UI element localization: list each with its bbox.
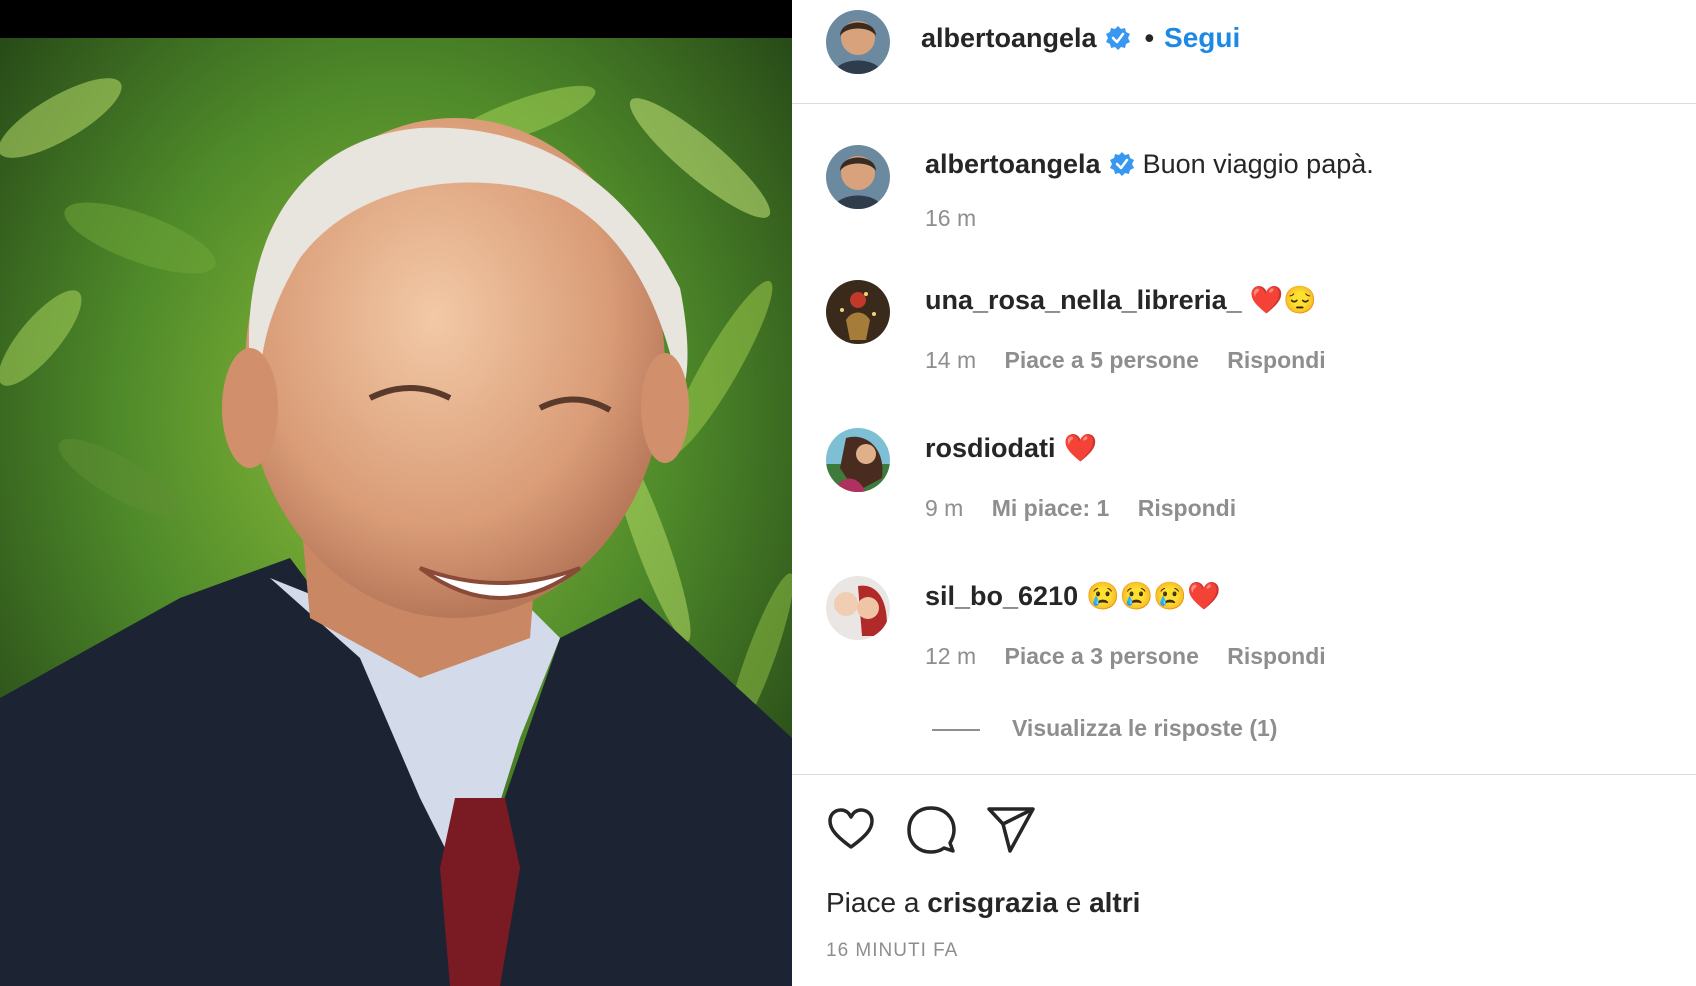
section-divider [792,774,1696,775]
likes-conj: e [1065,887,1082,918]
heart-icon[interactable] [826,805,876,855]
verified-badge-icon [1109,151,1135,177]
comment-time: 12 m [925,643,977,669]
comment-time: 14 m [925,347,977,373]
comment-likes[interactable]: Piace a 5 persone [1005,347,1199,373]
follow-button[interactable]: Segui [1164,22,1240,53]
comment-username[interactable]: sil_bo_6210 [925,581,1078,611]
likes-others-link[interactable]: altri [1089,887,1140,918]
post-timestamp: 16 MINUTI FA [826,940,959,961]
verified-badge-icon [1105,25,1131,51]
caption-username[interactable]: albertoangela [925,149,1101,179]
comment-likes[interactable]: Piace a 3 persone [1005,643,1199,669]
avatar-image [826,280,890,344]
likes-prefix: Piace a [826,887,920,918]
liker-username[interactable]: crisgrazia [927,887,1058,918]
post-header: albertoangela • Segui [792,0,1696,104]
comment-username[interactable]: una_rosa_nella_libreria_ [925,285,1242,315]
caption-text: Buon viaggio papà. [1142,149,1374,179]
comment-username[interactable]: rosdiodati [925,433,1056,463]
likes-summary: Piace a crisgrazia e altri [826,887,1140,919]
caption-time: 16 m [925,205,977,231]
comment-time: 9 m [925,495,964,521]
reply-button[interactable]: Rispondi [1227,347,1325,373]
caption-avatar[interactable] [826,145,890,209]
author-avatar[interactable] [826,10,890,74]
comment-text: ❤️ [1063,433,1098,463]
avatar-image [826,576,890,640]
comment-text: 😢😢😢❤️ [1086,581,1221,611]
avatar-image [826,145,890,209]
reply-button[interactable]: Rispondi [1138,495,1236,521]
avatar-image [826,428,890,492]
send-icon[interactable] [986,805,1036,855]
post-side-panel: albertoangela • Segui albertoangela Buon … [792,0,1696,986]
commenter-avatar[interactable] [826,280,890,344]
header-separator: • [1144,23,1155,53]
view-replies-label[interactable]: Visualizza le risposte (1) [1012,715,1277,741]
commenter-avatar[interactable] [826,576,890,640]
header-username[interactable]: albertoangela [921,23,1097,53]
reply-button[interactable]: Rispondi [1227,643,1325,669]
comment-likes[interactable]: Mi piace: 1 [992,495,1110,521]
post-photo [0,0,792,986]
commenter-avatar[interactable] [826,428,890,492]
replies-dash [932,728,980,731]
avatar-image [826,10,890,74]
comment-icon[interactable] [906,805,956,855]
portrait-image [0,38,792,986]
view-replies[interactable]: Visualizza le risposte (1) [932,715,1277,742]
comment-text: ❤️😔 [1249,285,1317,315]
